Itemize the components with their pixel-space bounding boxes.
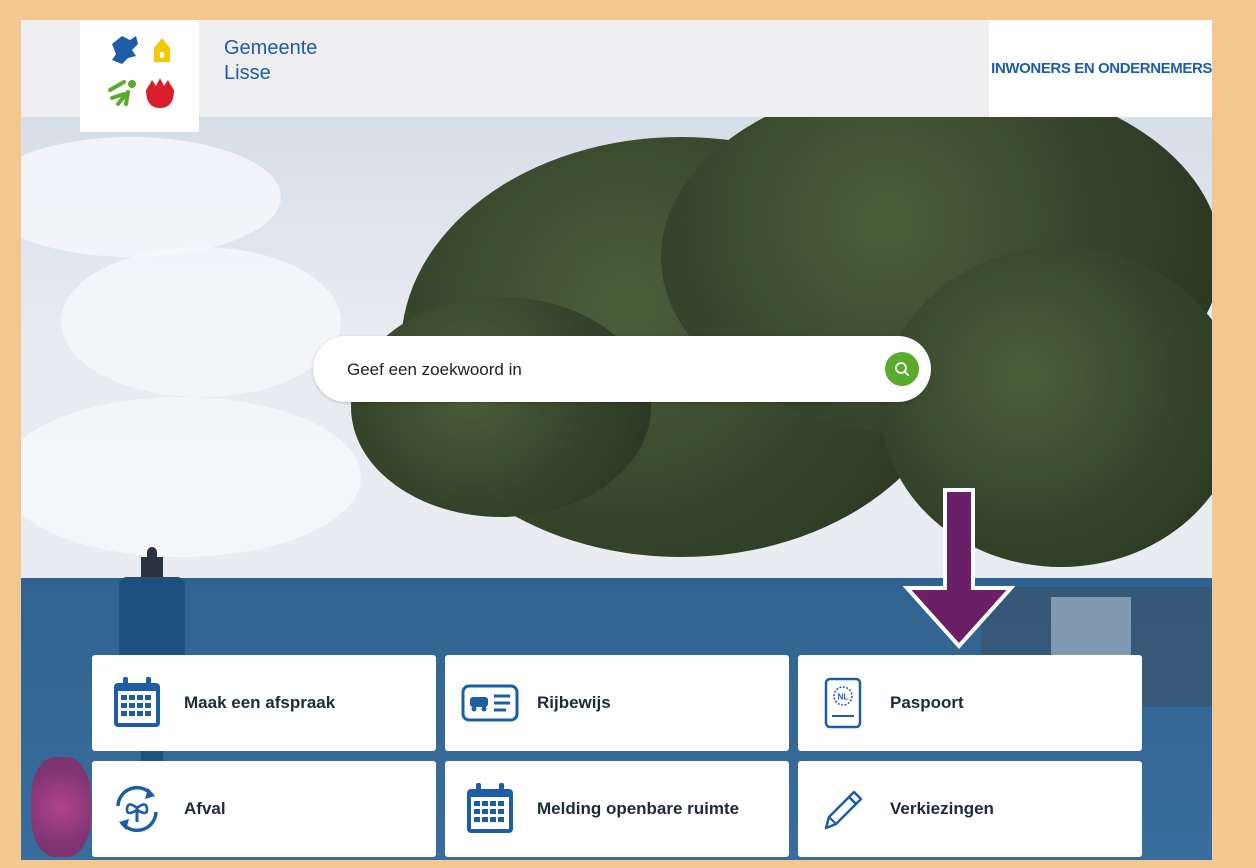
search-button[interactable] [885, 352, 919, 386]
calendar-icon [114, 677, 160, 727]
tile-paspoort[interactable]: NL Paspoort [798, 655, 1142, 751]
pencil-icon [824, 790, 863, 830]
municipality-logo[interactable] [80, 20, 199, 132]
site-name-line2: Lisse [224, 62, 271, 84]
tile-afval[interactable]: Afval [92, 761, 436, 857]
annotation-arrow-icon [902, 488, 1016, 649]
tile-label: Rijbewijs [537, 693, 611, 712]
passport-icon: NL [824, 677, 862, 729]
search-icon [895, 362, 909, 376]
browser-viewport: Gemeente Lisse INWONERS EN ONDERNEMERS G… [21, 20, 1212, 860]
tile-label: Paspoort [890, 693, 964, 712]
nav-label: INWONERS EN ONDERNEMERS [991, 60, 1212, 77]
tile-label: Verkiezingen [890, 799, 994, 818]
nav-inwoners-ondernemers[interactable]: INWONERS EN ONDERNEMERS [989, 20, 1212, 117]
search-input[interactable] [345, 354, 849, 386]
recycle-icon [116, 785, 158, 833]
calendar-icon [467, 783, 513, 833]
drivers-license-icon [461, 684, 519, 722]
site-name-line1: Gemeente [224, 37, 318, 59]
search-bar [313, 336, 931, 402]
tile-verkiezingen[interactable]: Verkiezingen [798, 761, 1142, 857]
tile-rijbewijs[interactable]: Rijbewijs [445, 655, 789, 751]
tile-melding-openbare-ruimte[interactable]: Melding openbare ruimte [445, 761, 789, 857]
tile-label: Afval [184, 799, 226, 818]
tile-label: Melding openbare ruimte [537, 799, 740, 818]
tile-maak-een-afspraak[interactable]: Maak een afspraak [92, 655, 436, 751]
svg-text:NL: NL [838, 693, 849, 702]
site-name[interactable]: Gemeente Lisse [224, 36, 317, 86]
tile-label: Maak een afspraak [184, 693, 336, 712]
